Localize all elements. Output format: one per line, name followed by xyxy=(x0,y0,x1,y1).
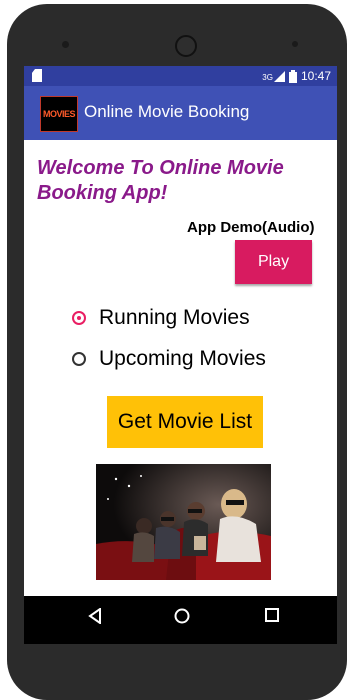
app-bar: MOVIES Online Movie Booking xyxy=(24,86,337,140)
status-time: 10:47 xyxy=(300,69,331,83)
cinema-audience-image xyxy=(96,464,271,580)
app-title: Online Movie Booking xyxy=(84,102,250,121)
app-logo: MOVIES xyxy=(40,96,78,132)
signal-icon: 3G xyxy=(262,70,285,82)
app-screen: 3G 10:47 MOVIES Online Movie Booking Wel… xyxy=(24,66,337,596)
app-logo-text: MOVIES xyxy=(42,109,76,119)
radio-unselected-icon xyxy=(72,352,86,366)
signal-type: 3G xyxy=(262,72,273,82)
get-movie-list-button[interactable]: Get Movie List xyxy=(107,396,263,448)
sd-card-icon xyxy=(32,69,42,82)
play-button[interactable]: Play xyxy=(235,240,312,284)
welcome-heading: Welcome To Online Movie Booking App! xyxy=(37,157,284,204)
radio-upcoming-movies[interactable]: Upcoming Movies xyxy=(72,347,266,371)
demo-label: App Demo(Audio) xyxy=(187,219,315,236)
battery-icon xyxy=(288,69,297,83)
radio-label-upcoming: Upcoming Movies xyxy=(99,347,266,370)
radio-selected-icon xyxy=(72,311,86,325)
radio-label-running: Running Movies xyxy=(99,306,250,329)
sensor-dot-icon xyxy=(292,41,298,47)
phone-top-bezel xyxy=(7,4,347,64)
home-icon[interactable] xyxy=(174,608,190,624)
radio-running-movies[interactable]: Running Movies xyxy=(72,306,250,330)
status-bar: 3G 10:47 xyxy=(24,66,337,86)
back-icon[interactable] xyxy=(88,608,102,624)
camera-icon xyxy=(175,35,197,57)
system-nav-bar xyxy=(24,596,337,644)
recents-icon[interactable] xyxy=(265,608,279,622)
speaker-dot-icon xyxy=(62,41,69,48)
